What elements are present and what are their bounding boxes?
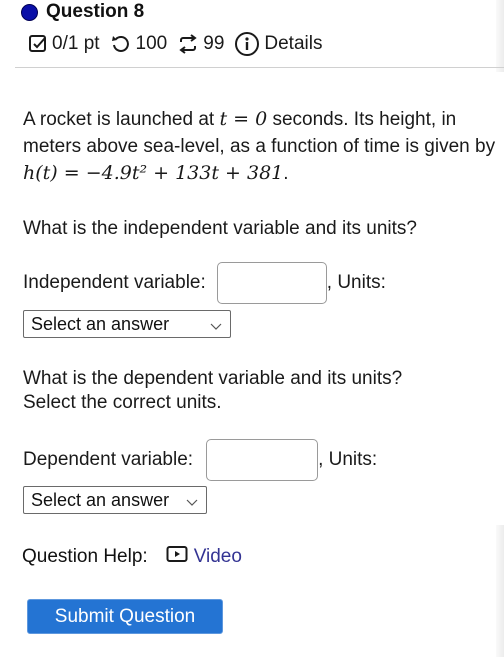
chevron-down-icon xyxy=(209,317,223,338)
dependent-units-select[interactable]: Select an answer xyxy=(23,486,207,514)
scrollbar-track-bottom[interactable] xyxy=(496,525,504,657)
dependent-label: Dependent variable: xyxy=(23,449,194,470)
header-divider xyxy=(15,67,504,68)
height-formula-math: h(t) = −4.9t² + 133t + 381 xyxy=(23,162,284,184)
dependent-question: What is the dependent variable and its u… xyxy=(23,367,402,415)
repeat-icon xyxy=(177,33,199,55)
dependent-question-line2: Select the correct units. xyxy=(23,392,222,413)
info-icon[interactable] xyxy=(234,31,260,57)
undo-icon xyxy=(110,34,132,54)
attempts-value: 99 xyxy=(203,33,225,54)
points-value: 0/1 pt xyxy=(52,33,100,54)
question-help-label: Question Help: xyxy=(22,546,148,567)
checkbox-icon xyxy=(28,34,48,54)
video-play-icon[interactable] xyxy=(166,545,188,569)
details-link[interactable]: Details xyxy=(264,33,322,55)
independent-select-value: Select an answer xyxy=(31,313,170,334)
independent-units-select[interactable]: Select an answer xyxy=(23,310,231,338)
question-title-row: Question 8 xyxy=(21,0,144,24)
question-meta: 0/1 pt 100 99 Details xyxy=(28,30,332,58)
video-link[interactable]: Video xyxy=(194,546,242,568)
t-equals-zero-math: t = 0 xyxy=(219,108,268,130)
question-help: Question Help: Video xyxy=(22,545,242,569)
retries-value: 100 xyxy=(135,33,168,54)
dependent-variable-input[interactable] xyxy=(206,439,319,481)
formula-period: . xyxy=(283,163,289,184)
chevron-down-icon xyxy=(185,493,199,514)
independent-units-label: , Units: xyxy=(326,272,386,293)
status-dot-icon xyxy=(21,3,38,21)
independent-label: Independent variable: xyxy=(23,272,206,293)
dependent-units-label: , Units: xyxy=(318,449,378,470)
dependent-question-line1: What is the dependent variable and its u… xyxy=(23,368,403,389)
question-intro: A rocket is launched at t = 0 seconds. I… xyxy=(23,106,498,187)
independent-variable-input[interactable] xyxy=(216,262,327,304)
submit-question-button[interactable]: Submit Question xyxy=(27,599,223,634)
independent-question: What is the independent variable and its… xyxy=(23,218,417,239)
independent-row: Independent variable: , Units: xyxy=(23,262,386,304)
intro-text-1: A rocket is launched at xyxy=(23,109,215,130)
dependent-select-value: Select an answer xyxy=(31,489,170,510)
question-title: Question 8 xyxy=(46,1,145,22)
dependent-row: Dependent variable: , Units: xyxy=(23,439,377,481)
scrollbar-track-top[interactable] xyxy=(496,0,504,72)
